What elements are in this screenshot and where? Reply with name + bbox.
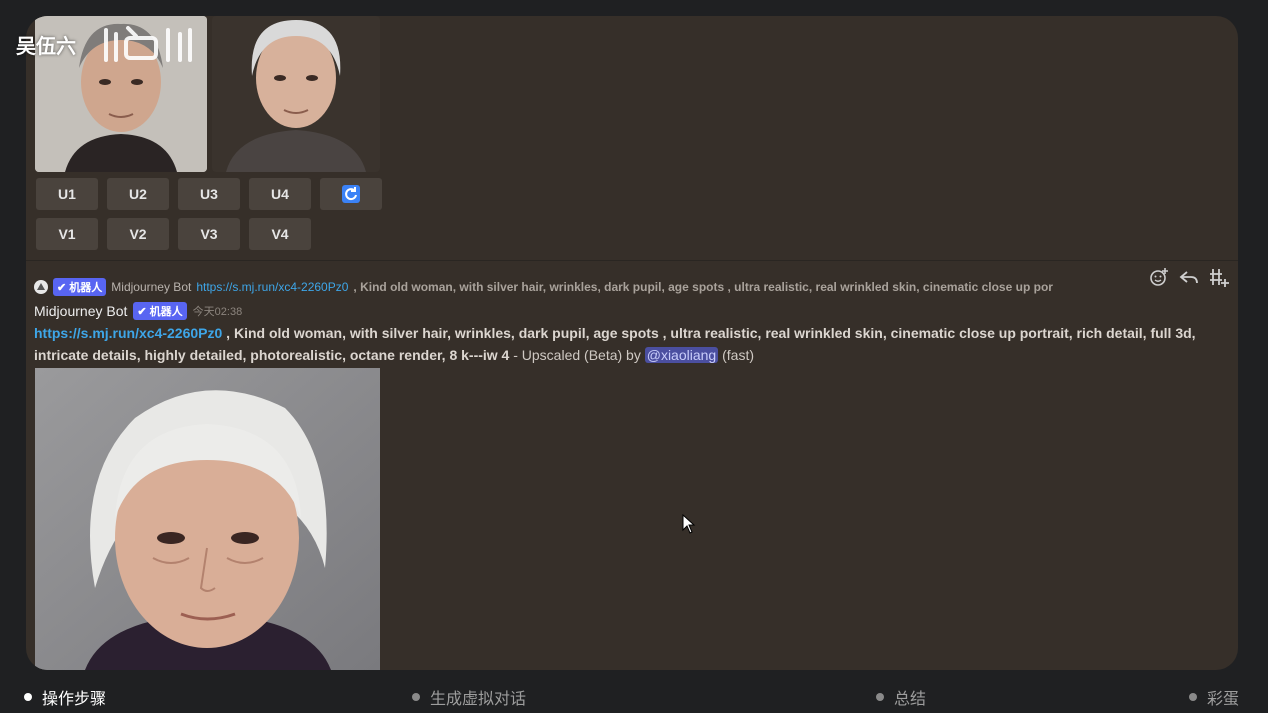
grid-image-2[interactable] <box>212 16 380 172</box>
nav-dot <box>1189 693 1197 701</box>
bot-tag: ✔ 机器人 <box>133 302 187 320</box>
speed-label: (fast) <box>718 347 754 363</box>
bot-tag: ✔ 机器人 <box>53 278 107 296</box>
variation-button-v3[interactable]: V3 <box>178 218 240 250</box>
upscale-button-u4[interactable]: U4 <box>249 178 311 210</box>
prompt-link[interactable]: https://s.mj.run/xc4-2260Pz0 <box>34 325 222 341</box>
message-content: https://s.mj.run/xc4-2260Pz0 , Kind old … <box>34 322 1224 366</box>
nav-dot <box>412 693 420 701</box>
message-header: Midjourney Bot ✔ 机器人 今天02:38 <box>34 302 242 320</box>
mouse-cursor-icon <box>682 514 696 534</box>
reroll-button[interactable] <box>320 178 382 210</box>
upscaled-suffix: - Upscaled (Beta) by <box>509 347 645 363</box>
nav-dot <box>24 693 32 701</box>
create-thread-icon[interactable] <box>1208 266 1230 288</box>
message-timestamp: 今天02:38 <box>192 306 243 318</box>
refresh-icon <box>342 185 360 203</box>
upscale-button-u3[interactable]: U3 <box>178 178 240 210</box>
reply-reference[interactable]: ✔ 机器人 Midjourney Bot https://s.mj.run/xc… <box>34 278 1194 296</box>
variation-button-v2[interactable]: V2 <box>107 218 169 250</box>
reply-text: , Kind old woman, with silver hair, wrin… <box>353 280 1053 294</box>
nav-item-virtual-dialogue[interactable]: 生成虚拟对话 <box>412 685 526 709</box>
variation-button-v1[interactable]: V1 <box>36 218 98 250</box>
message-author[interactable]: Midjourney Bot <box>34 303 127 319</box>
reply-link[interactable]: https://s.mj.run/xc4-2260Pz0 <box>196 280 348 294</box>
nav-item-steps[interactable]: 操作步骤 <box>24 685 106 709</box>
nav-label: 彩蛋 <box>1207 691 1240 708</box>
upscale-button-u1[interactable]: U1 <box>36 178 98 210</box>
message-divider <box>26 260 1238 261</box>
nav-label: 总结 <box>894 691 927 708</box>
upscaled-image[interactable] <box>35 368 380 670</box>
watermark-author: 吴伍六 <box>16 36 76 58</box>
bottom-nav: 操作步骤 生成虚拟对话 总结 彩蛋 <box>0 680 1268 713</box>
bot-avatar-icon <box>34 280 48 294</box>
nav-item-easter-egg[interactable]: 彩蛋 <box>1189 685 1239 709</box>
nav-dot <box>876 693 884 701</box>
nav-item-summary[interactable]: 总结 <box>876 685 926 709</box>
reply-author[interactable]: Midjourney Bot <box>111 280 191 294</box>
upscale-button-u2[interactable]: U2 <box>107 178 169 210</box>
bilibili-logo-icon <box>104 26 192 62</box>
nav-label: 生成虚拟对话 <box>430 691 527 708</box>
chat-panel: U1 U2 U3 U4 V1 V2 V3 V4 ✔ 机器人 Midjourney… <box>26 16 1238 670</box>
nav-label: 操作步骤 <box>42 691 107 708</box>
variation-button-v4[interactable]: V4 <box>249 218 311 250</box>
user-mention[interactable]: @xiaoliang <box>644 347 719 363</box>
